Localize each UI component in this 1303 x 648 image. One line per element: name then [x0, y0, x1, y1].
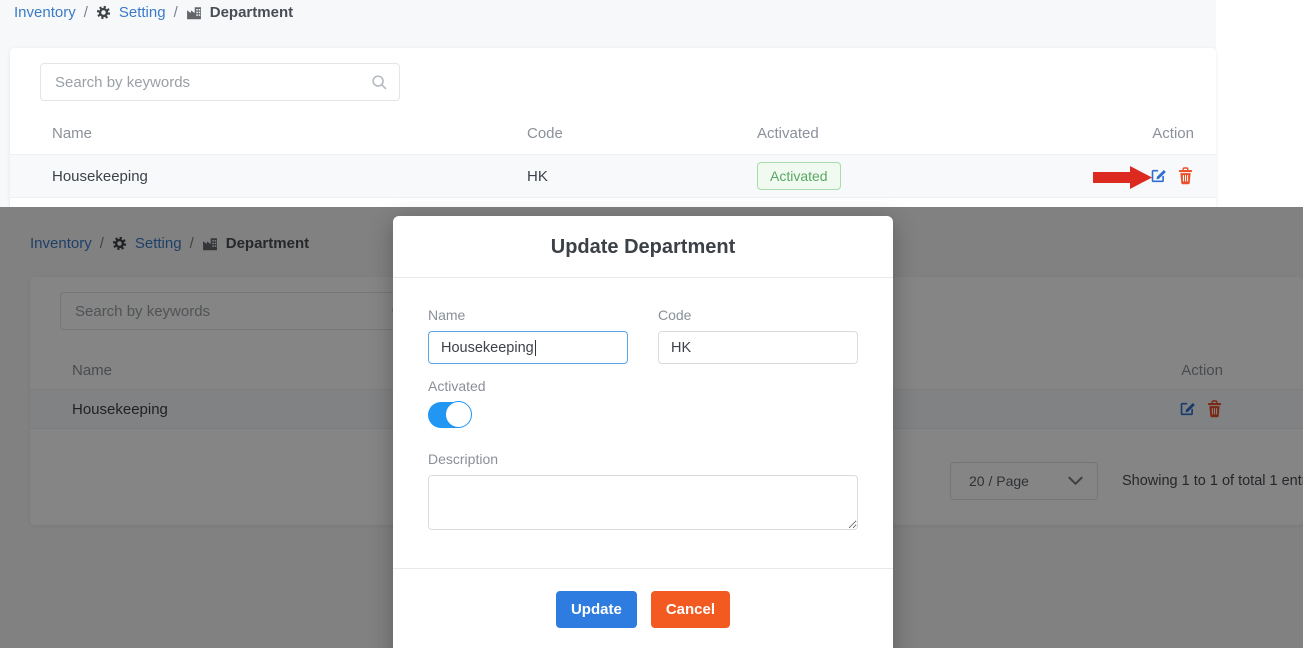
- modal-body: Name Housekeeping Code Activated: [393, 307, 893, 535]
- breadcrumb-separator: /: [173, 4, 178, 21]
- search-box: [40, 63, 400, 101]
- activated-label: Activated: [428, 378, 486, 394]
- breadcrumb: Inventory / Setting / Department: [14, 4, 293, 21]
- department-list-page-top: Inventory / Setting / Department Name Co…: [0, 0, 1216, 207]
- composite-screenshot: Inventory / Setting / Department Name Co…: [0, 0, 1303, 648]
- search-icon: [370, 73, 388, 96]
- search-input[interactable]: [40, 63, 400, 101]
- cancel-button[interactable]: Cancel: [650, 591, 731, 628]
- description-textarea[interactable]: [428, 475, 858, 530]
- table-header-name: Name: [52, 124, 93, 142]
- name-input[interactable]: Housekeeping: [428, 331, 628, 364]
- delete-button[interactable]: [1177, 167, 1194, 185]
- name-input-value: Housekeeping: [441, 339, 534, 356]
- breadcrumb-link-setting[interactable]: Setting: [119, 4, 166, 21]
- code-input[interactable]: [658, 331, 858, 364]
- modal-footer: Update Cancel: [393, 568, 893, 628]
- table-header-action: Action: [1152, 124, 1194, 142]
- cell-name: Housekeeping: [52, 167, 148, 185]
- table-header-row: Name Code Activated Action: [10, 118, 1216, 148]
- breadcrumb-link-inventory[interactable]: Inventory: [14, 4, 76, 21]
- description-label: Description: [428, 451, 499, 467]
- department-list-card: Name Code Activated Action Housekeeping …: [10, 48, 1216, 207]
- red-arrow-icon: [1093, 166, 1152, 189]
- modal-title: Update Department: [393, 216, 893, 278]
- toggle-knob: [445, 401, 472, 428]
- update-department-modal: Update Department Name Housekeeping Code…: [393, 216, 893, 648]
- activated-toggle[interactable]: [428, 401, 472, 428]
- building-icon: [186, 6, 202, 20]
- gear-icon: [96, 5, 111, 20]
- text-caret: [534, 339, 536, 356]
- table-row: Housekeeping HK Activated: [10, 154, 1216, 198]
- cell-code: HK: [527, 167, 548, 185]
- table-header-code: Code: [527, 124, 563, 142]
- code-label: Code: [658, 307, 692, 323]
- table-header-activated: Activated: [757, 124, 819, 142]
- cell-activated: Activated: [757, 162, 1126, 190]
- update-button[interactable]: Update: [555, 591, 637, 628]
- breadcrumb-separator: /: [83, 4, 88, 21]
- breadcrumb-current-department: Department: [209, 4, 294, 21]
- name-label: Name: [428, 307, 466, 323]
- status-badge: Activated: [757, 162, 841, 190]
